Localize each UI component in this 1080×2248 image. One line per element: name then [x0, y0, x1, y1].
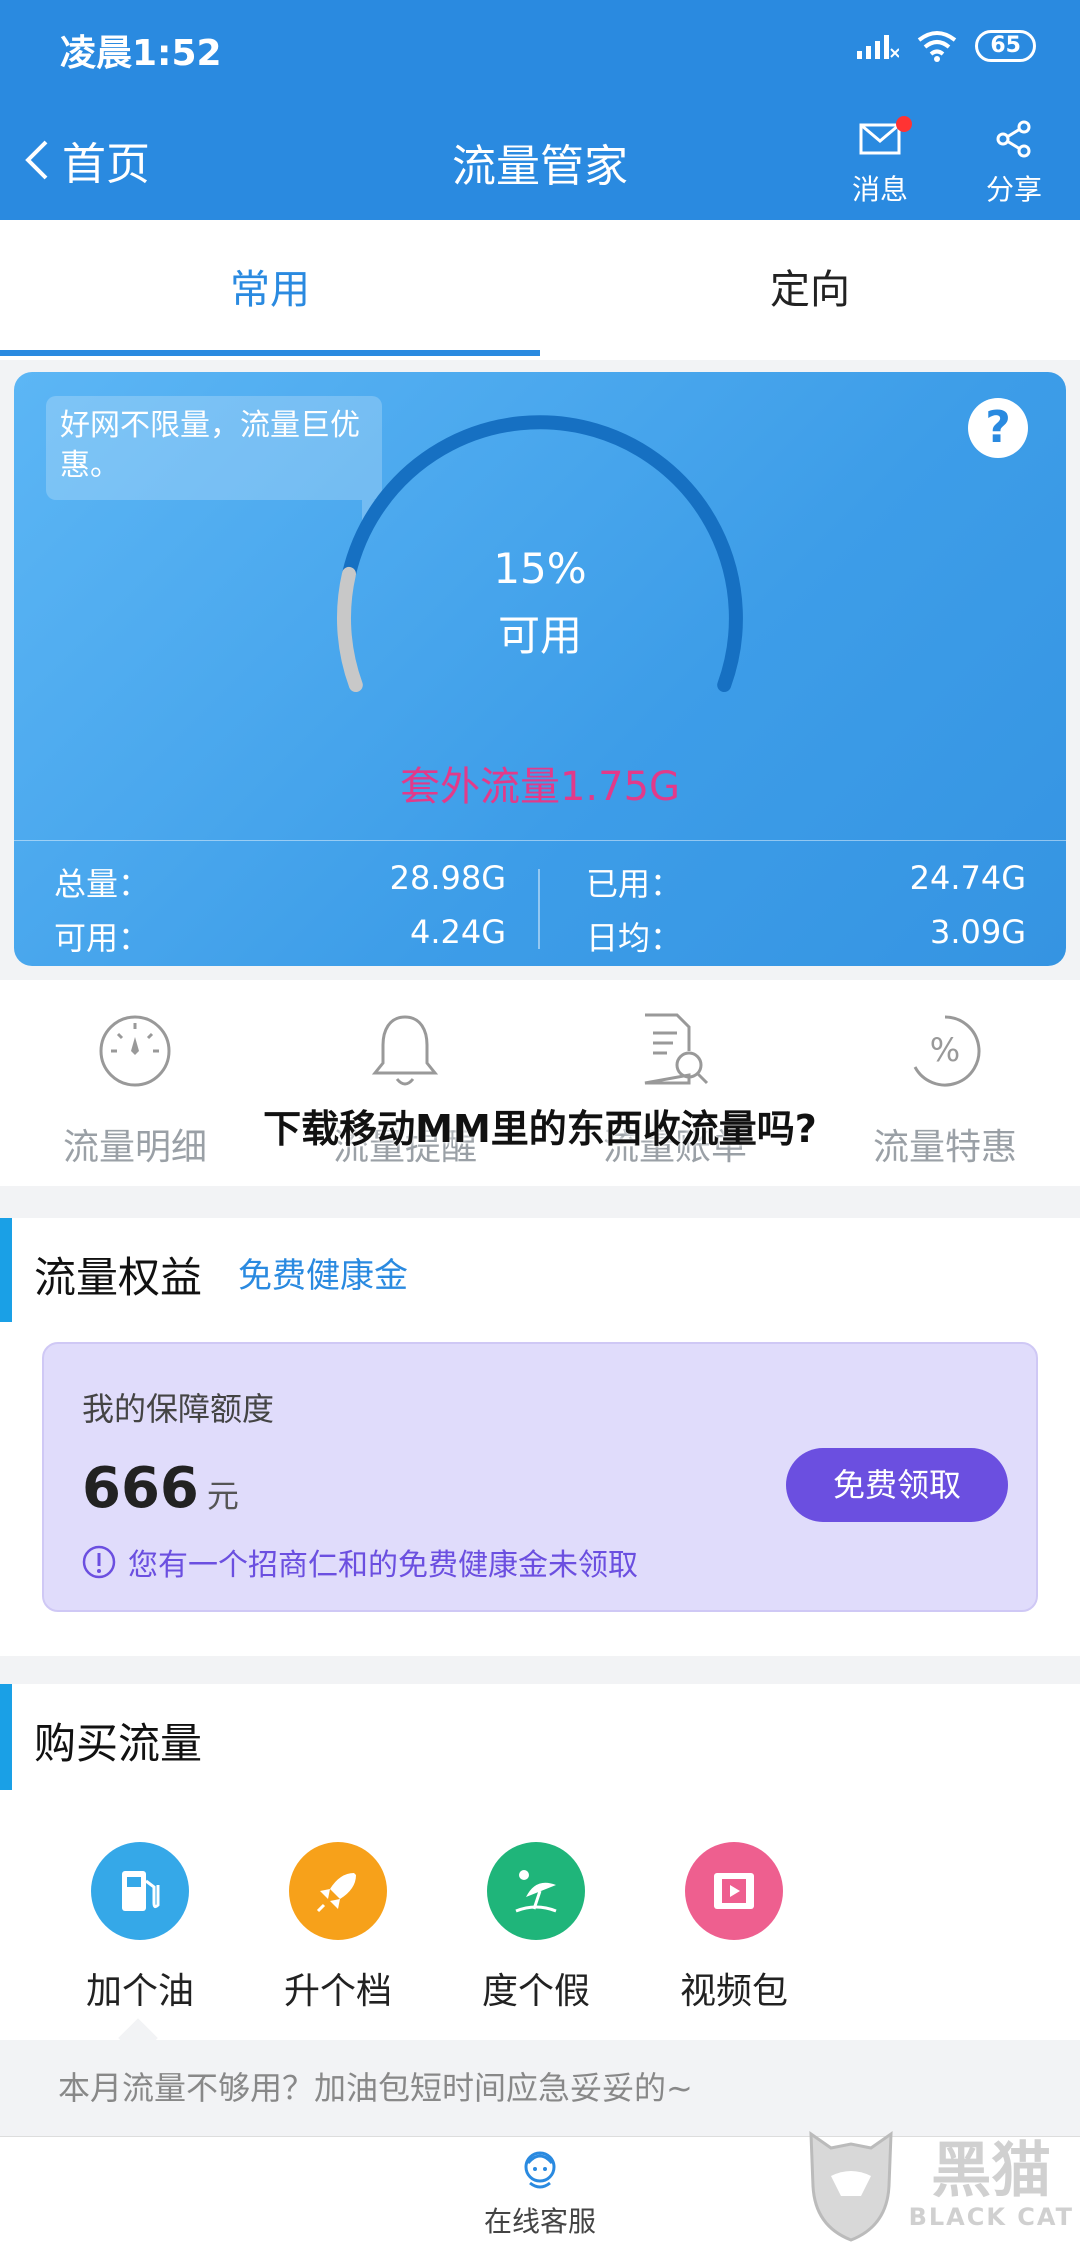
purchase-item-label: 加个油 — [85, 1971, 194, 2012]
share-label: 分享 — [985, 173, 1042, 206]
amount-value: 666 — [82, 1456, 199, 1521]
insurance-amount: 666 元 — [82, 1456, 239, 1521]
bell-icon — [371, 1015, 439, 1086]
watermark-cn: 黑猫 — [931, 2136, 1052, 2206]
signal-icon — [857, 35, 900, 59]
total-label: 总量： — [54, 865, 151, 903]
health-fund-link[interactable]: 免费健康金 — [238, 1248, 408, 1297]
tab-common[interactable]: 常用 — [0, 220, 540, 360]
film-icon — [685, 1842, 783, 1940]
claim-button[interactable]: 免费领取 — [786, 1448, 1008, 1522]
purchase-item-fuel[interactable]: 加个油 — [60, 1842, 220, 2014]
status-icons: 65 — [855, 30, 1036, 62]
help-button[interactable]: ? — [968, 398, 1028, 458]
daily-value: 3.09G — [929, 913, 1026, 951]
amount-unit: 元 — [206, 1477, 239, 1515]
battery-indicator: 65 — [975, 30, 1036, 62]
total-value: 28.98G — [389, 859, 506, 897]
wifi-icon — [918, 31, 957, 62]
extra-traffic: 套外流量1.75G — [399, 764, 681, 810]
share-button[interactable]: 分享 — [964, 110, 1064, 208]
purchase-title: 购买流量 — [34, 1719, 203, 1768]
status-bar: 凌晨1:52 65 — [0, 0, 1080, 96]
customer-service-icon — [524, 2151, 556, 2189]
messages-label: 消息 — [851, 173, 908, 206]
bill-search-icon — [644, 1013, 709, 1085]
daily-label: 日均： — [586, 919, 683, 957]
overlay-title: 下载移动MM里的东西收流量吗? — [263, 1107, 817, 1151]
purchase-item-vacation[interactable]: 度个假 — [456, 1842, 616, 2014]
app-header: 首页 流量管家 消息 分享 — [0, 96, 1080, 220]
fuel-tip: 本月流量不够用？加油包短时间应急妥妥的~ — [0, 2040, 1080, 2136]
stats-divider — [538, 869, 540, 949]
messages-button[interactable]: 消息 — [830, 110, 930, 208]
quick-actions: 流量明细 流量提醒 流量账单 % 流量特惠 — [0, 980, 1080, 1186]
available-label: 可用 — [497, 611, 582, 660]
purchase-item-video[interactable]: 视频包 — [654, 1842, 814, 2014]
note-text: 您有一个招商仁和的免费健康金未领取 — [128, 1548, 638, 1583]
purchase-item-label: 升个档 — [283, 1971, 392, 2012]
rights-section: 流量权益 免费健康金 我的保障额度 666 元 免费领取 您有一个招商仁和的免费健… — [0, 1218, 1080, 1656]
share-icon — [996, 120, 1031, 158]
speedometer-icon — [99, 1015, 171, 1087]
watermark: 黑猫 BLACK CAT — [801, 2126, 1074, 2244]
mail-icon — [859, 123, 901, 155]
usage-card: 好网不限量，流量巨优惠。 ? 15% 可用 套外流量1.75G 总量： 28.9… — [14, 372, 1066, 966]
watermark-text: 黑猫 BLACK CAT — [909, 2139, 1074, 2231]
svg-text:%: % — [930, 1031, 960, 1069]
black-cat-logo-icon — [808, 2131, 893, 2242]
insurance-title: 我的保障额度 — [82, 1390, 275, 1428]
rights-title: 流量权益 — [34, 1253, 203, 1302]
fuel-pump-icon — [91, 1842, 189, 1940]
used-value: 24.74G — [909, 859, 1026, 897]
beach-umbrella-icon — [487, 1842, 585, 1940]
available-stat-value: 4.24G — [409, 913, 506, 951]
watermark-en: BLACK CAT — [908, 2203, 1074, 2231]
tab-bar: 常用 定向 — [0, 220, 1080, 360]
tab-directed[interactable]: 定向 — [540, 220, 1080, 360]
usage-stats: 总量： 28.98G 可用： 4.24G 已用： 24.74G 日均： 3.09… — [14, 840, 1066, 966]
purchase-item-label: 视频包 — [679, 1971, 788, 2012]
insurance-card[interactable]: 我的保障额度 666 元 免费领取 您有一个招商仁和的免费健康金未领取 — [42, 1342, 1038, 1612]
status-time: 凌晨1:52 — [60, 33, 222, 74]
available-stat-label: 可用： — [54, 919, 151, 957]
used-label: 已用： — [586, 865, 683, 903]
discount-icon: % — [913, 1015, 981, 1087]
available-percent: 15% — [493, 544, 587, 593]
section-accent-bar — [0, 1684, 12, 1790]
tab-active-indicator — [0, 350, 540, 356]
purchase-item-upgrade[interactable]: 升个档 — [258, 1842, 418, 2014]
unread-dot — [896, 116, 912, 132]
info-icon — [82, 1545, 116, 1579]
purchase-section: 购买流量 加个油 升个档 度个假 视频包 — [0, 1684, 1080, 2040]
section-accent-bar — [0, 1218, 12, 1322]
rocket-icon — [289, 1842, 387, 1940]
insurance-note: 您有一个招商仁和的免费健康金未领取 — [82, 1540, 638, 1584]
purchase-item-label: 度个假 — [481, 1971, 590, 2012]
